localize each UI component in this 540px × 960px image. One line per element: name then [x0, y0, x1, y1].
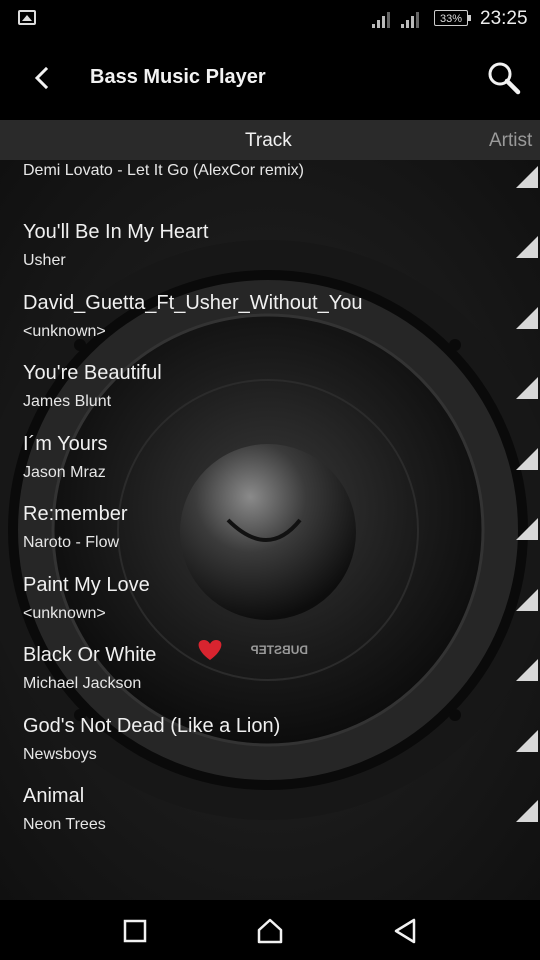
menu-corner-icon[interactable] — [516, 729, 538, 752]
menu-corner-icon[interactable] — [516, 166, 538, 188]
recents-icon[interactable] — [120, 916, 150, 946]
menu-corner-icon[interactable] — [516, 588, 538, 611]
list-item[interactable]: Re:member Naroto - Flow — [0, 487, 540, 558]
menu-corner-icon[interactable] — [516, 518, 538, 540]
track-title: Demi Lovato - Let It Go (AlexCor remix) — [23, 162, 304, 179]
back-arrow-icon[interactable] — [32, 66, 56, 90]
list-item[interactable]: Black Or White Michael Jackson — [0, 628, 540, 699]
track-artist: <unknown> — [23, 322, 106, 340]
track-title: You're Beautiful — [23, 362, 162, 384]
track-title: Re:member — [23, 503, 128, 525]
menu-corner-icon[interactable] — [516, 236, 538, 258]
track-list-area[interactable]: DUBSTEP Demi Lovato - Let It Go (AlexCor… — [0, 160, 540, 900]
track-artist: <unknown> — [23, 604, 106, 622]
list-item[interactable]: Paint My Love <unknown> — [0, 558, 540, 629]
track-title: Black Or White — [23, 644, 157, 666]
tab-bar: Track Artist — [0, 120, 540, 160]
list-item[interactable]: Demi Lovato - Let It Go (AlexCor remix) — [0, 160, 540, 205]
track-artist: Neon Trees — [23, 816, 106, 833]
menu-corner-icon[interactable] — [516, 659, 538, 681]
clock: 23:25 — [480, 8, 528, 29]
menu-corner-icon[interactable] — [516, 800, 538, 822]
app-title: Bass Music Player — [90, 66, 266, 88]
track-title: You'll Be In My Heart — [23, 221, 209, 243]
back-triangle-icon[interactable] — [390, 916, 420, 946]
status-bar: 33% 23:25 — [0, 0, 540, 38]
battery-icon: 33% — [434, 10, 471, 26]
track-artist: Michael Jackson — [23, 675, 142, 692]
tab-artist[interactable]: Artist — [489, 130, 532, 152]
track-list: Demi Lovato - Let It Go (AlexCor remix) … — [0, 160, 540, 840]
signal-icon — [372, 10, 392, 28]
menu-corner-icon[interactable] — [516, 377, 538, 399]
track-artist: Newsboys — [23, 745, 97, 763]
menu-corner-icon[interactable] — [516, 447, 538, 470]
track-title: God's Not Dead (Like a Lion) — [23, 714, 281, 737]
app-bar: Bass Music Player — [0, 38, 540, 120]
track-title: Paint My Love — [23, 573, 150, 596]
track-artist: Usher — [23, 252, 66, 269]
track-title: Animal — [23, 785, 85, 807]
navigation-bar — [0, 900, 540, 960]
list-item[interactable]: You're Beautiful James Blunt — [0, 346, 540, 417]
signal-icon — [401, 10, 421, 28]
track-artist: Jason Mraz — [23, 463, 106, 481]
list-item[interactable]: You'll Be In My Heart Usher — [0, 205, 540, 276]
home-icon[interactable] — [255, 916, 285, 946]
track-title: I´m Yours — [23, 432, 108, 455]
track-artist: James Blunt — [23, 393, 112, 410]
list-item[interactable]: God's Not Dead (Like a Lion) Newsboys — [0, 699, 540, 770]
list-item[interactable]: Animal Neon Trees — [0, 769, 540, 840]
list-item[interactable]: David_Guetta_Ft_Usher_Without_You <unkno… — [0, 276, 540, 347]
track-title: David_Guetta_Ft_Usher_Without_You — [23, 291, 363, 314]
search-icon[interactable] — [486, 60, 522, 96]
tab-track[interactable]: Track — [245, 130, 292, 152]
list-item[interactable]: I´m Yours Jason Mraz — [0, 417, 540, 488]
track-artist: Naroto - Flow — [23, 534, 120, 551]
image-icon — [18, 10, 36, 25]
menu-corner-icon[interactable] — [516, 306, 538, 329]
